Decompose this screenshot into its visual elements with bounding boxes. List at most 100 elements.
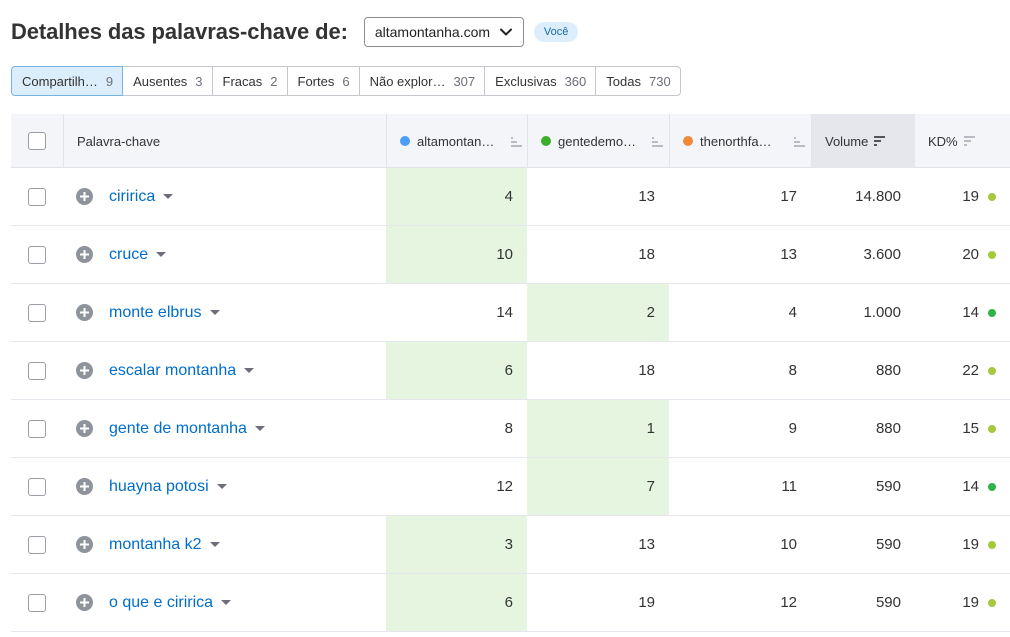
add-keyword-icon[interactable] (76, 362, 93, 379)
row-checkbox-cell (11, 342, 63, 399)
row-checkbox-cell (11, 516, 63, 573)
column-domain-a-label: altamontan… (417, 133, 495, 149)
domain-b-color-dot (541, 136, 551, 146)
tab-2[interactable]: Fracas 2 (211, 66, 288, 96)
page-header: Detalhes das palavras-chave de: altamont… (11, 17, 579, 47)
select-all-checkbox[interactable] (28, 132, 46, 150)
sort-icon[interactable] (794, 135, 806, 147)
tab-0[interactable]: Compartilh… 9 (11, 66, 124, 96)
tab-6[interactable]: Todas 730 (595, 66, 681, 96)
keyword-link[interactable]: monte elbrus (109, 304, 202, 322)
keyword-menu-caret-icon[interactable] (209, 310, 220, 315)
column-domain-b[interactable]: gentedemo… (527, 114, 669, 168)
add-keyword-icon[interactable] (76, 246, 93, 263)
tab-count: 9 (105, 73, 114, 89)
row-checkbox[interactable] (28, 593, 46, 612)
kd-value: 15 (962, 420, 979, 437)
volume-cell: 590 (875, 536, 901, 553)
keyword-menu-caret-icon[interactable] (163, 194, 174, 199)
row-checkbox-cell (11, 574, 63, 631)
tab-count: 730 (648, 73, 671, 89)
row-checkbox[interactable] (28, 303, 46, 322)
row-checkbox[interactable] (28, 419, 46, 438)
position-domain-c: 17 (780, 188, 797, 205)
keyword-link[interactable]: ciririca (109, 188, 155, 206)
kd-cell: 19 (915, 168, 1010, 225)
tab-count: 360 (564, 73, 587, 89)
column-kd[interactable]: KD% (915, 114, 1010, 168)
tab-3[interactable]: Fortes 6 (286, 66, 360, 96)
page-title: Detalhes das palavras-chave de: (11, 19, 348, 44)
add-keyword-icon[interactable] (76, 188, 93, 205)
position-domain-c: 10 (780, 536, 797, 553)
kd-difficulty-dot (988, 250, 996, 259)
column-keyword-label: Palavra-chave (77, 133, 161, 149)
tab-count: 2 (270, 73, 278, 89)
domain-c-color-dot (683, 136, 693, 146)
add-keyword-icon[interactable] (76, 304, 93, 321)
sort-icon[interactable] (963, 135, 976, 147)
keyword-table: Palavra-chave altamontan… gentedemo… the… (11, 114, 1010, 632)
keyword-menu-caret-icon[interactable] (254, 426, 265, 431)
add-keyword-icon[interactable] (76, 594, 93, 611)
kd-difficulty-dot (988, 540, 996, 549)
sort-icon[interactable] (511, 135, 523, 147)
tab-count: 6 (342, 73, 350, 89)
row-checkbox[interactable] (28, 187, 46, 206)
keyword-link[interactable]: montanha k2 (109, 536, 202, 554)
domain-select-value: altamontanha.com (374, 24, 491, 40)
row-checkbox[interactable] (28, 535, 46, 554)
keyword-menu-caret-icon[interactable] (221, 600, 232, 605)
table-row: huayna potosi 12 7 11 590 14 (11, 458, 1010, 516)
kd-difficulty-dot (988, 598, 996, 607)
keyword-menu-caret-icon[interactable] (244, 368, 255, 373)
keyword-link[interactable]: gente de montanha (109, 420, 247, 438)
kd-cell: 15 (915, 400, 1010, 457)
row-checkbox[interactable] (28, 477, 46, 496)
domain-select[interactable]: altamontanha.com (363, 17, 524, 47)
add-keyword-icon[interactable] (76, 536, 93, 553)
row-checkbox[interactable] (28, 361, 46, 380)
tab-5[interactable]: Exclusivas 360 (484, 66, 597, 96)
tab-4[interactable]: Não explor… 307 (358, 66, 486, 96)
tab-label: Ausentes (133, 73, 188, 89)
position-domain-c: 12 (780, 594, 797, 611)
keyword-link[interactable]: huayna potosi (109, 478, 209, 496)
kd-cell: 22 (915, 342, 1010, 399)
keyword-link[interactable]: cruce (109, 246, 148, 264)
position-domain-b: 19 (638, 594, 655, 611)
column-volume-label: Volume (825, 133, 869, 149)
kd-difficulty-dot (988, 192, 996, 201)
table-body: ciririca 4 13 17 14.800 19 cruce 10 18 13 3.600 20 m… (11, 168, 1010, 632)
sort-descending-icon[interactable] (874, 135, 886, 147)
position-domain-b: 18 (638, 246, 655, 263)
keyword-link[interactable]: escalar montanha (109, 362, 236, 380)
keyword-menu-caret-icon[interactable] (156, 252, 167, 257)
add-keyword-icon[interactable] (76, 478, 93, 495)
row-checkbox[interactable] (28, 245, 46, 264)
keyword-link[interactable]: o que e ciririca (109, 594, 213, 612)
position-domain-c: 8 (788, 362, 797, 379)
column-domain-c[interactable]: thenorthfa… (669, 114, 811, 168)
position-domain-a: 12 (496, 478, 513, 495)
keyword-menu-caret-icon[interactable] (216, 484, 227, 489)
kd-value: 19 (962, 536, 979, 553)
sort-icon[interactable] (652, 135, 664, 147)
tab-label: Fortes (297, 73, 335, 89)
position-domain-c: 13 (780, 246, 797, 263)
column-volume[interactable]: Volume (811, 114, 915, 168)
column-keyword[interactable]: Palavra-chave (63, 114, 386, 168)
volume-cell: 880 (875, 362, 901, 379)
add-keyword-icon[interactable] (76, 420, 93, 437)
tab-1[interactable]: Ausentes 3 (122, 66, 213, 96)
position-domain-b: 2 (527, 284, 669, 341)
position-domain-a: 4 (386, 168, 527, 225)
table-row: cruce 10 18 13 3.600 20 (11, 226, 1010, 284)
position-domain-a: 6 (386, 342, 527, 399)
volume-cell: 590 (875, 594, 901, 611)
keyword-menu-caret-icon[interactable] (209, 542, 220, 547)
position-domain-b: 18 (638, 362, 655, 379)
header-checkbox-cell (11, 114, 63, 168)
column-domain-a[interactable]: altamontan… (386, 114, 527, 168)
volume-cell: 3.600 (863, 246, 901, 263)
